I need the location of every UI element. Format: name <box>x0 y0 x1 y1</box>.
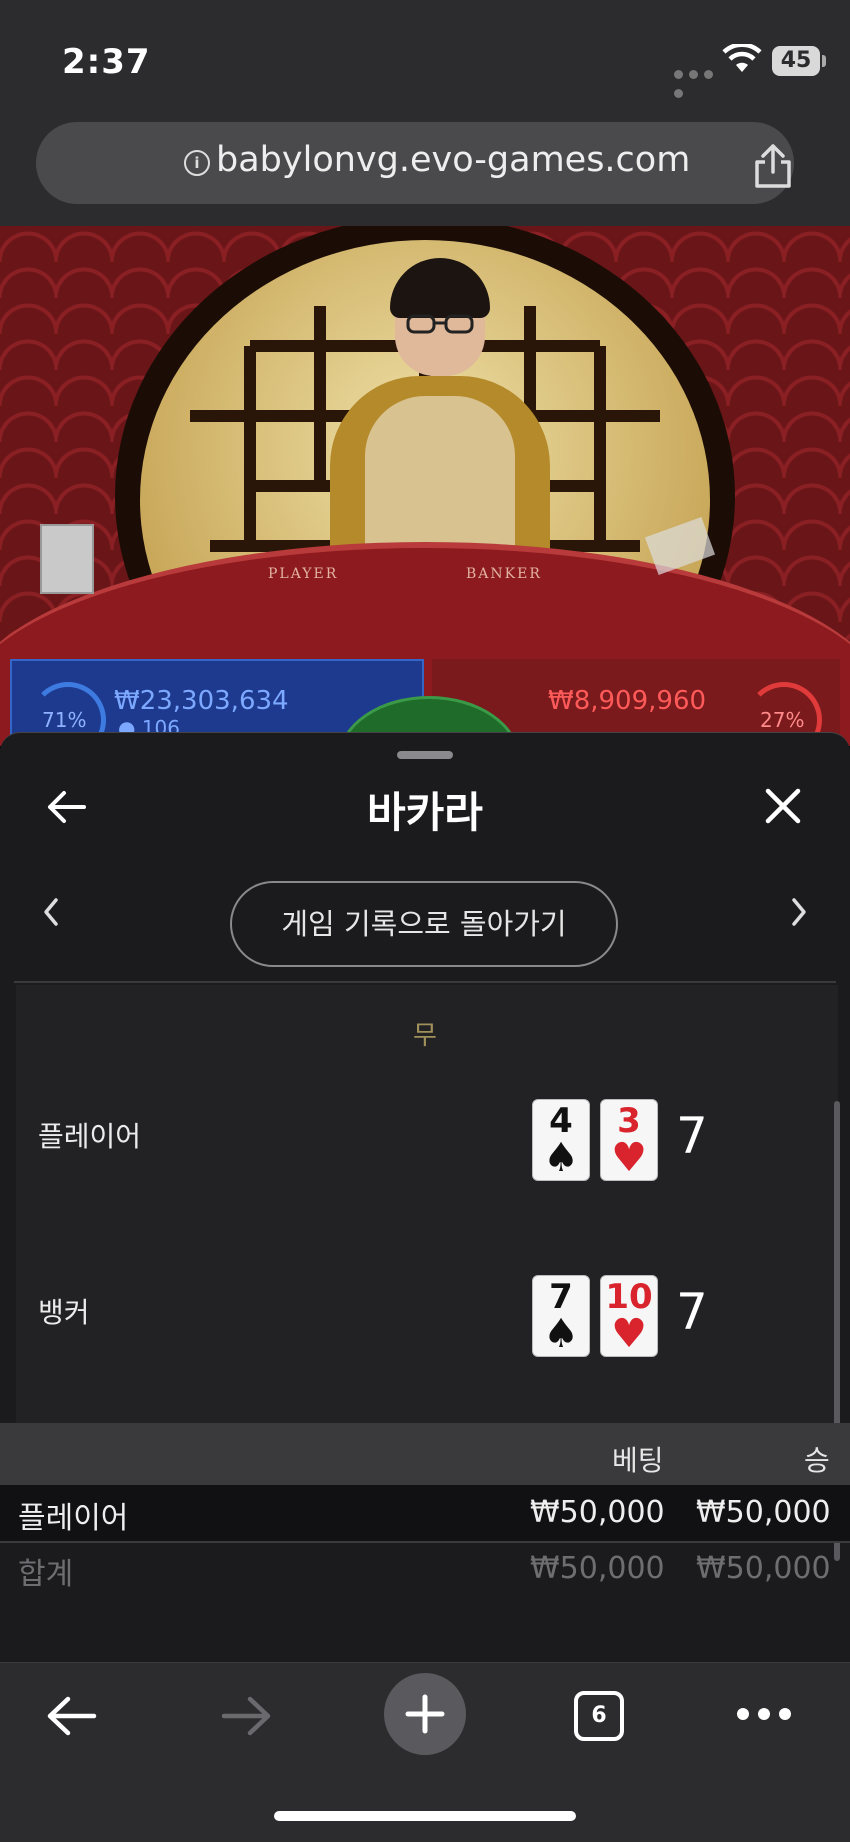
player-total-amount: ₩23,303,634 <box>114 686 289 716</box>
row-label: 플레이어 <box>18 1501 129 1536</box>
spade-icon: ♠ <box>543 1135 579 1181</box>
plus-icon <box>405 1694 445 1734</box>
banker-card-1: 7 ♠ <box>532 1275 590 1357</box>
share-icon[interactable] <box>752 144 794 188</box>
header-win: 승 <box>804 1444 830 1477</box>
round-result-panel <box>16 985 838 1441</box>
sheet-title: 바카라 <box>367 788 483 837</box>
spade-icon: ♠ <box>543 1311 579 1357</box>
tabs-icon[interactable]: 6 <box>574 1691 624 1741</box>
player-card-1: 4 ♠ <box>532 1099 590 1181</box>
chevron-right-icon[interactable] <box>790 897 808 927</box>
banker-score: 7 <box>676 1283 708 1341</box>
status-time: 2:37 <box>62 42 151 82</box>
sheet-drag-handle[interactable] <box>397 751 453 759</box>
banker-total-amount: ₩8,909,960 <box>548 686 707 716</box>
total-label: 합계 <box>18 1557 74 1592</box>
total-win-amount: ₩50,000 <box>696 1551 831 1586</box>
divider <box>14 981 836 983</box>
total-bet-amount: ₩50,000 <box>530 1551 665 1586</box>
close-icon[interactable] <box>764 787 802 825</box>
battery-tip <box>822 55 826 67</box>
new-tab-button[interactable] <box>384 1673 466 1755</box>
url-text[interactable]: babylonvg.evo-games.com <box>216 140 690 180</box>
battery-icon: 45 <box>772 46 820 76</box>
back-to-history-button[interactable]: 게임 기록으로 돌아가기 <box>230 881 618 967</box>
heart-icon: ♥ <box>611 1135 647 1181</box>
header-bet: 베팅 <box>612 1444 664 1477</box>
banker-row-label: 뱅커 <box>38 1296 90 1329</box>
player-row-label: 플레이어 <box>38 1120 142 1153</box>
banker-card-2: 10 ♥ <box>600 1275 658 1357</box>
back-arrow-icon[interactable] <box>44 1695 98 1737</box>
round-outcome: 무 <box>413 1021 437 1051</box>
dealer-glasses <box>406 314 474 334</box>
player-score: 7 <box>676 1107 708 1165</box>
table-label-banker: BANKER <box>466 566 542 582</box>
more-icon[interactable] <box>736 1707 792 1721</box>
wifi-icon <box>722 44 762 72</box>
row-bet-amount: ₩50,000 <box>530 1495 665 1530</box>
info-icon[interactable]: i <box>184 150 210 176</box>
card-shoe <box>40 524 94 594</box>
divider <box>0 1541 850 1543</box>
banker-percent: 27% <box>760 708 805 732</box>
player-percent: 71% <box>42 708 87 732</box>
row-win-amount: ₩50,000 <box>696 1495 831 1530</box>
table-label-player: PLAYER <box>268 566 339 582</box>
chevron-left-icon[interactable] <box>42 897 60 927</box>
heart-icon: ♥ <box>611 1311 647 1357</box>
game-history-sheet: 바카라 게임 기록으로 돌아가기 무 플레이어 4 ♠ 3 ♥ 7 뱅커 7 ♠… <box>0 732 850 1663</box>
address-bar[interactable]: i babylonvg.evo-games.com <box>36 122 794 204</box>
bets-table-header <box>0 1423 850 1485</box>
player-card-2: 3 ♥ <box>600 1099 658 1181</box>
live-video: PLAYER BANKER 71% ₩23,303,634 ● 106 27% … <box>0 226 850 746</box>
home-indicator[interactable] <box>274 1811 576 1821</box>
browser-toolbar: 6 <box>0 1662 850 1842</box>
forward-arrow-icon[interactable] <box>220 1695 274 1737</box>
